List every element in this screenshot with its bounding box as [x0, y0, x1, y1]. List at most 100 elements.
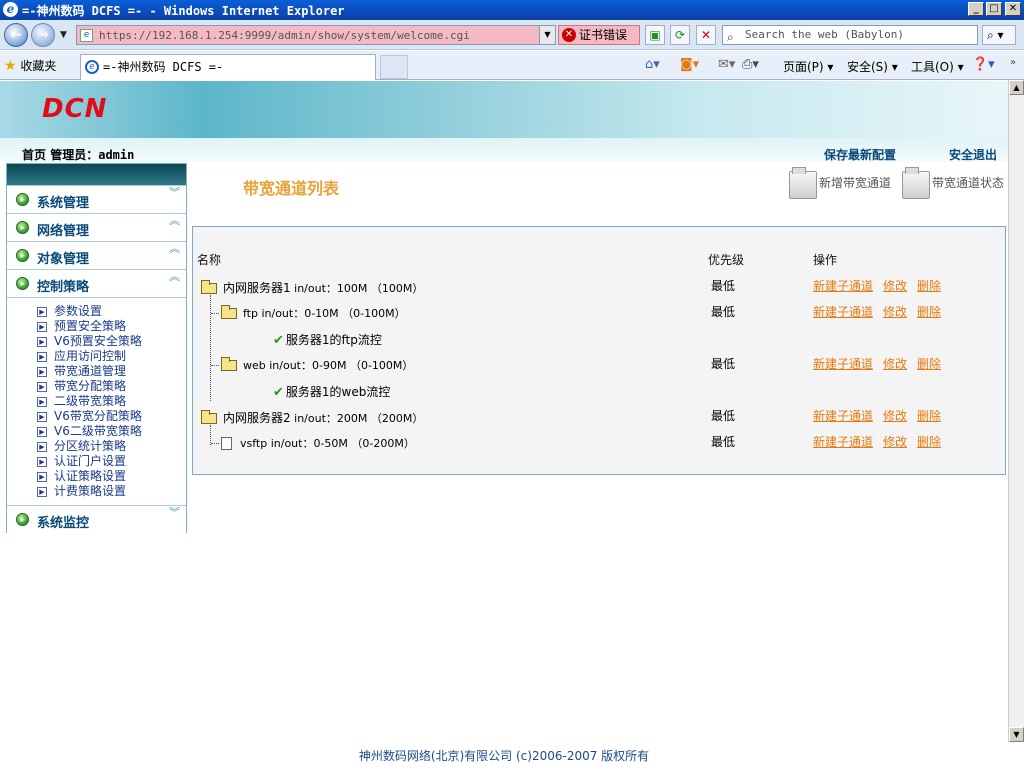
- edit-link[interactable]: 修改: [883, 279, 907, 293]
- channel-bandwidth: in/out：100M （100M）: [290, 282, 424, 295]
- tree-node[interactable]: ftp in/out：0-10M （0-100M）: [221, 305, 406, 321]
- delete-link[interactable]: 删除: [917, 409, 941, 423]
- address-input[interactable]: e https://192.168.1.254:9999/admin/show/…: [76, 25, 556, 45]
- sidebar-group-label: 对象管理: [37, 252, 90, 267]
- sidebar-item-preset-policy[interactable]: ▶ 预置安全策略: [37, 319, 186, 334]
- sidebar-item-v6-preset-policy[interactable]: ▶ V6预置安全策略: [37, 334, 186, 349]
- arrow-box-icon: ▶: [37, 336, 47, 347]
- edit-link[interactable]: 修改: [883, 305, 907, 319]
- sidebar-item-v6-bandwidth-alloc[interactable]: ▶ V6带宽分配策略: [37, 409, 186, 424]
- save-config-link[interactable]: 保存最新配置: [824, 146, 896, 163]
- folder-icon: [221, 305, 237, 319]
- page-icon: e: [80, 29, 93, 42]
- sidebar-group-system[interactable]: ▸ 系统管理 ︾: [7, 185, 186, 213]
- new-subchannel-link[interactable]: 新建子通道: [813, 357, 873, 371]
- delete-link[interactable]: 删除: [917, 279, 941, 293]
- sidebar-item-bandwidth-channel[interactable]: ▶ 带宽通道管理: [37, 364, 186, 379]
- sidebar-item-label: 二级带宽策略: [54, 394, 127, 408]
- print-icon[interactable]: ⎙▾: [742, 57, 759, 72]
- sidebar-item-v6-second-bandwidth[interactable]: ▶ V6二级带宽策略: [37, 424, 186, 439]
- collapse-icon[interactable]: ︽: [169, 243, 180, 254]
- tree-node[interactable]: web in/out：0-90M （0-100M）: [221, 357, 413, 373]
- home-icon[interactable]: ⌂▾: [645, 57, 660, 72]
- new-subchannel-link[interactable]: 新建子通道: [813, 305, 873, 319]
- search-button[interactable]: ⌕ ▾: [982, 25, 1016, 45]
- tools-menu[interactable]: 工具(O) ▾: [911, 58, 964, 75]
- tree-node[interactable]: 内网服务器2 in/out：200M （200M）: [201, 409, 423, 426]
- tree-leaf[interactable]: ✔ 服务器1的ftp流控: [273, 331, 382, 348]
- add-channel-button[interactable]: 新增带宽通道: [789, 167, 899, 203]
- favorites-label: 收藏夹: [20, 59, 57, 73]
- new-subchannel-link[interactable]: 新建子通道: [813, 409, 873, 423]
- delete-link[interactable]: 删除: [917, 357, 941, 371]
- checkmark-icon: ✔: [273, 385, 284, 400]
- sidebar-item-params[interactable]: ▶ 参数设置: [37, 304, 186, 319]
- url-text: https://192.168.1.254:9999/admin/show/sy…: [99, 29, 470, 42]
- green-arrow-icon: ▸: [16, 249, 29, 262]
- scroll-down-icon[interactable]: ▼: [1009, 727, 1024, 742]
- stop-icon[interactable]: ✕: [696, 25, 716, 45]
- safety-menu[interactable]: 安全(S) ▾: [847, 58, 898, 75]
- priority-value: 最低: [711, 305, 736, 319]
- arrow-box-icon: ▶: [37, 306, 47, 317]
- tree-node[interactable]: 内网服务器1 in/out：100M （100M）: [201, 279, 423, 296]
- sidebar-item-zone-stats[interactable]: ▶ 分区统计策略: [37, 439, 186, 454]
- page-scrollbar[interactable]: ▲ ▼: [1008, 80, 1024, 742]
- home-link[interactable]: 首页: [22, 148, 46, 162]
- url-dropdown-icon[interactable]: ▼: [539, 26, 555, 44]
- refresh-icon[interactable]: ⟳: [670, 25, 690, 45]
- certificate-error-button[interactable]: ✕ 证书错误: [558, 25, 640, 45]
- column-header-ops: 操作: [813, 253, 838, 267]
- forward-button[interactable]: →: [31, 23, 55, 47]
- close-window-button[interactable]: ✕: [1005, 2, 1021, 16]
- sidebar-group-network[interactable]: ▸ 网络管理 ︽: [7, 213, 186, 241]
- table-row: 内网服务器1 in/out：100M （100M） 最低 新建子通道 修改 删除: [193, 277, 1003, 297]
- edit-link[interactable]: 修改: [883, 435, 907, 449]
- sidebar-item-app-access[interactable]: ▶ 应用访问控制: [37, 349, 186, 364]
- scroll-up-icon[interactable]: ▲: [1009, 80, 1024, 95]
- sidebar-group-monitor[interactable]: ▸ 系统监控 ︾: [7, 505, 186, 533]
- sidebar-item-auth-policy[interactable]: ▶ 认证策略设置: [37, 469, 186, 484]
- new-tab-button[interactable]: [380, 55, 408, 79]
- sidebar-item-label: 应用访问控制: [54, 349, 127, 363]
- sidebar-item-bandwidth-alloc[interactable]: ▶ 带宽分配策略: [37, 379, 186, 394]
- history-dropdown-icon[interactable]: ▼: [60, 30, 67, 40]
- sidebar-group-control[interactable]: ▸ 控制策略 ︽: [7, 269, 186, 297]
- minimize-button[interactable]: _: [968, 2, 984, 16]
- sidebar-group-label: 网络管理: [37, 224, 90, 239]
- browser-tab[interactable]: e =-神州数码 DCFS =-: [80, 54, 376, 80]
- tree-leaf[interactable]: ✔ 服务器1的web流控: [273, 383, 390, 400]
- sidebar-group-objects[interactable]: ▸ 对象管理 ︽: [7, 241, 186, 269]
- sidebar-item-label: 带宽分配策略: [54, 379, 127, 393]
- edit-link[interactable]: 修改: [883, 357, 907, 371]
- edit-link[interactable]: 修改: [883, 409, 907, 423]
- sidebar-item-second-bandwidth[interactable]: ▶ 二级带宽策略: [37, 394, 186, 409]
- feeds-icon[interactable]: ◙▾: [680, 57, 699, 72]
- new-subchannel-link[interactable]: 新建子通道: [813, 435, 873, 449]
- logout-link[interactable]: 安全退出: [949, 146, 997, 163]
- delete-link[interactable]: 删除: [917, 435, 941, 449]
- mail-icon[interactable]: ✉▾: [718, 57, 735, 72]
- collapse-icon[interactable]: ︽: [169, 215, 180, 226]
- search-icon: ⌕: [727, 30, 734, 44]
- maximize-button[interactable]: □: [986, 2, 1002, 16]
- sidebar-item-billing-policy[interactable]: ▶ 计费策略设置: [37, 484, 186, 499]
- delete-link[interactable]: 删除: [917, 305, 941, 319]
- collapse-icon[interactable]: ︽: [169, 271, 180, 282]
- expand-icon[interactable]: ︾: [169, 507, 180, 518]
- help-icon[interactable]: ❓▾: [972, 57, 995, 72]
- channel-status-button[interactable]: 带宽通道状态: [902, 167, 1006, 203]
- search-input[interactable]: ⌕ Search the web (Babylon): [722, 25, 978, 45]
- page-menu[interactable]: 页面(P) ▾: [783, 58, 833, 75]
- arrow-box-icon: ▶: [37, 411, 47, 422]
- tree-node[interactable]: vsftp in/out：0-50M （0-200M）: [221, 435, 415, 451]
- favorites-button[interactable]: ★ 收藏夹: [4, 57, 56, 74]
- sidebar-item-auth-portal[interactable]: ▶ 认证门户设置: [37, 454, 186, 469]
- compatibility-icon[interactable]: ▣: [645, 25, 665, 45]
- toolbar-overflow-icon[interactable]: »: [1010, 57, 1016, 68]
- back-button[interactable]: ←: [4, 23, 28, 47]
- expand-icon[interactable]: ︾: [169, 187, 180, 198]
- new-subchannel-link[interactable]: 新建子通道: [813, 279, 873, 293]
- channel-status-label: 带宽通道状态: [932, 176, 1005, 190]
- arrow-box-icon: ▶: [37, 486, 47, 497]
